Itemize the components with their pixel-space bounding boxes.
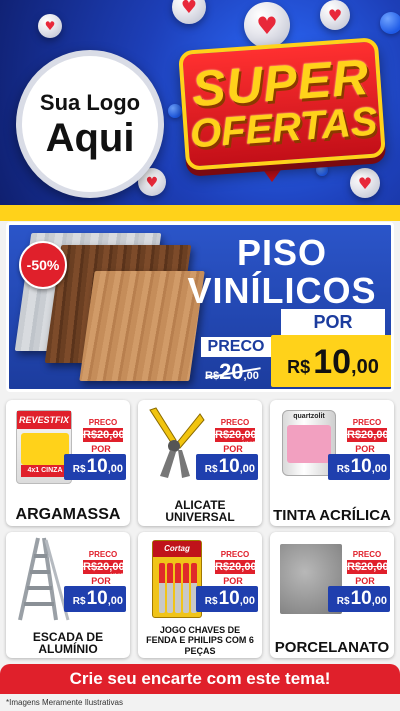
heart-icon: ♥ [256, 11, 278, 40]
discount-badge: -50% [19, 241, 67, 289]
product-card-tinta[interactable]: quartzolit PRECO R$20,00 POR R$ 10,00 TIN… [270, 400, 394, 526]
preco-label: PRECO [201, 337, 271, 357]
new-price: R$ 10,00 [64, 454, 126, 480]
old-price-cents: ,00 [243, 370, 259, 382]
product-name: PORCELANATO [274, 639, 390, 657]
preco-label: PRECO [83, 550, 123, 560]
heart-icon: ♥ [327, 5, 343, 25]
new-price: R$ 10,00 [328, 454, 390, 480]
por-label: POR [355, 576, 375, 586]
cta-button[interactable]: Crie seu encarte com este tema! [0, 664, 400, 694]
price-tag: PRECO R$20,00 POR R$ 10,00 [64, 550, 126, 612]
old-price: R$20,00 [83, 428, 125, 442]
new-price-currency: R$ [287, 357, 311, 377]
por-label: POR [355, 444, 375, 454]
featured-offer[interactable]: -50% PISO VINÍLICOS POR PRECO R$20,00 R$… [6, 222, 394, 392]
brand-label: Cortag [153, 541, 201, 557]
like-bubble [380, 12, 400, 34]
old-price-value: 20 [219, 359, 244, 384]
preco-label: PRECO [347, 418, 387, 428]
product-name: TINTA ACRÍLICA [273, 507, 391, 525]
old-price: R$20,00 [347, 428, 389, 442]
price-tag: PRECO R$20,00 POR R$ 10,00 [64, 418, 126, 480]
featured-title-line1: PISO [236, 232, 328, 273]
floor-tile-light [79, 271, 205, 381]
featured-title-line2: VINÍLICOS [187, 270, 377, 311]
preco-label: PRECO [347, 550, 387, 560]
product-name: ALICATE UNIVERSAL [165, 497, 235, 525]
product-card-porcelanato[interactable]: PRECO R$20,00 POR R$ 10,00 PORCELANATO [270, 532, 394, 658]
heart-icon: ♥ [180, 0, 198, 18]
product-card-escada[interactable]: PRECO R$20,00 POR R$ 10,00 UNID ESCADA DE… [6, 532, 130, 658]
product-name: ESCADA DE ALUMÍNIO [32, 629, 104, 657]
pack-label: 4x1 CINZA [21, 465, 69, 477]
heart-icon: ♥ [44, 19, 56, 34]
new-price: R$ 10,00 [328, 586, 390, 612]
preco-label: PRECO [83, 418, 123, 428]
like-bubble [168, 104, 182, 118]
old-price: R$20,00 [347, 560, 389, 574]
unit-label: UNID [242, 442, 257, 448]
product-card-chaves[interactable]: Cortag PRECO R$20,00 POR R$ 10,00 JOGO CH… [138, 532, 262, 658]
price-tag: PRECO R$20,00 POR R$ 10,00 [328, 550, 390, 612]
new-price: R$ 10,00 [271, 335, 391, 387]
heart-bubble: ♥ [350, 168, 380, 198]
new-price-cents: ,00 [351, 356, 379, 378]
price-tag: PRECO R$20,00 POR R$ 10,00 [196, 418, 258, 480]
por-label: POR [223, 576, 243, 586]
like-bubble [316, 164, 328, 176]
old-price: R$20,00 [215, 428, 257, 442]
por-label: POR [281, 309, 385, 335]
new-price: R$ 10,00 [196, 454, 258, 480]
heart-bubble: ♥ [38, 14, 62, 38]
price-tag: PRECO R$20,00 POR R$ 10,00 [196, 550, 258, 612]
new-price: R$ 10,00 [64, 586, 126, 612]
screwdriver-set-icon: Cortag [152, 540, 202, 618]
price-tag: PRECO R$20,00 POR R$ 10,00 [328, 418, 390, 480]
heart-bubble: ♥ [320, 0, 350, 30]
product-name: JOGO CHAVES DE FENDA E PHILIPS COM 6 PEÇ… [146, 624, 254, 656]
logo-text-line2: Aqui [45, 116, 135, 160]
header-banner: ♥ ♥ ♥ ♥ ♥ ♥ Sua Logo Aqui SUPER OFERTAS [0, 0, 400, 215]
disclaimer-text: *Imagens Meramente Ilustrativas [6, 698, 123, 707]
logo-placeholder: Sua Logo Aqui [16, 50, 164, 198]
divider-strip [0, 205, 400, 221]
logo-text-line1: Sua Logo [39, 90, 141, 115]
brand-label: quartzolit [293, 413, 325, 420]
preco-label: PRECO [215, 418, 255, 428]
old-price: R$20,00 [215, 560, 257, 574]
heart-bubble: ♥ [172, 0, 206, 24]
preco-label: PRECO [215, 550, 255, 560]
unit-label: UNID [110, 574, 125, 580]
old-price: R$20,00 [83, 560, 125, 574]
old-price: R$20,00 [205, 359, 259, 385]
brand-label: REVESTFIX [17, 411, 71, 429]
product-name: ARGAMASSA [15, 506, 121, 524]
super-ofertas-badge: SUPER OFERTAS [178, 37, 386, 171]
heart-icon: ♥ [357, 173, 373, 193]
new-price-value: 10 [313, 343, 352, 381]
new-price: R$ 10,00 [196, 586, 258, 612]
heart-bubble: ♥ [244, 2, 290, 48]
heart-icon: ♥ [145, 174, 159, 191]
product-card-alicate[interactable]: PRECO R$20,00 POR R$ 10,00 UNID ALICATE U… [138, 400, 262, 526]
product-card-argamassa[interactable]: REVESTFIX 4x1 CINZA PRECO R$20,00 POR R$… [6, 400, 130, 526]
por-label: POR [91, 444, 111, 454]
